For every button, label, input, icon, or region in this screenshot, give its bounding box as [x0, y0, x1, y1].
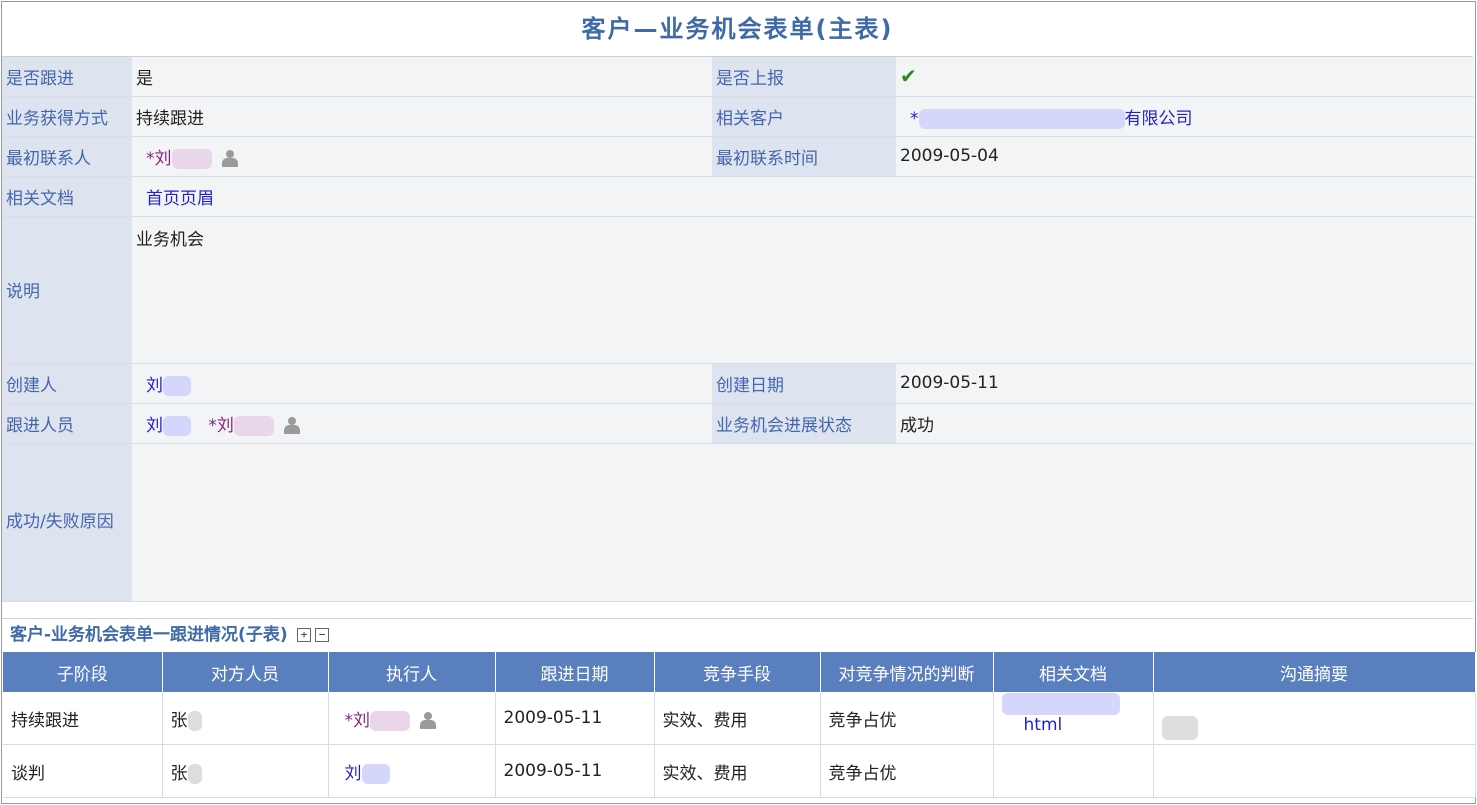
follower-link-1[interactable]: 刘 [146, 415, 191, 436]
row-first-contact: 最初联系人 *刘 最初联系时间 2009-05-04 [2, 136, 1474, 177]
user-card-icon[interactable] [220, 149, 240, 168]
followup-subtable: 子阶段 对方人员 执行人 跟进日期 竞争手段 对竞争情况的判断 相关文档 沟通摘… [3, 652, 1476, 798]
redacted-party [187, 763, 202, 784]
redacted-doc-name [1001, 693, 1120, 715]
row-acquire-method: 业务获得方式 持续跟进 相关客户 * 有限公司 [2, 96, 1474, 137]
label-related-docs: 相关文档 [2, 176, 132, 217]
redacted-follower-2 [233, 415, 274, 436]
subtable-header: 客户-业务机会表单一跟进情况(子表) + − [2, 618, 1473, 651]
row-description: 说明 业务机会 [2, 216, 1474, 364]
cell-docs: html [993, 692, 1154, 745]
cell-docs [993, 744, 1154, 798]
cell-executor: *刘 [328, 692, 496, 745]
col-header-docs: 相关文档 [993, 652, 1154, 692]
row-followers: 跟进人员 刘 *刘 业务机会进展状态 成功 [2, 403, 1474, 444]
table-row: 谈判 张 刘 2009-05-11 实效、费用 竞争占优 [3, 744, 1476, 798]
follower-name-1: 刘 [146, 415, 163, 436]
first-contact-name: *刘 [146, 148, 172, 169]
label-description: 说明 [2, 216, 132, 364]
row-reason: 成功/失败原因 [2, 443, 1474, 602]
customer-prefix: * [910, 108, 919, 129]
redacted-summary [1161, 716, 1198, 740]
collapse-icon[interactable]: − [315, 628, 330, 642]
redacted-executor [361, 763, 390, 784]
cell-date: 2009-05-11 [495, 692, 655, 745]
cell-party: 张 [162, 692, 329, 745]
creator-link[interactable]: 刘 [146, 375, 191, 396]
label-reason: 成功/失败原因 [2, 443, 132, 602]
cell-executor: 刘 [328, 744, 496, 798]
label-follow-up: 是否跟进 [2, 57, 132, 97]
row-follow-up: 是否跟进 是 是否上报 ✔ [2, 57, 1474, 97]
cell-summary [1153, 744, 1476, 798]
col-header-summary: 沟通摘要 [1153, 652, 1476, 692]
value-reason [132, 443, 1474, 602]
cell-party: 张 [162, 744, 329, 798]
label-progress-status: 业务机会进展状态 [712, 403, 896, 444]
col-header-date: 跟进日期 [495, 652, 655, 692]
cell-stage: 谈判 [3, 744, 163, 798]
label-followers: 跟进人员 [2, 403, 132, 444]
cell-stage: 持续跟进 [3, 692, 163, 745]
subtable-header-row: 子阶段 对方人员 执行人 跟进日期 竞争手段 对竞争情况的判断 相关文档 沟通摘… [3, 652, 1476, 692]
cell-summary [1153, 692, 1476, 745]
redacted-executor [370, 710, 410, 731]
executor-name: 刘 [344, 763, 362, 784]
executor-link[interactable]: *刘 [344, 710, 410, 731]
party-name: 张 [170, 763, 188, 784]
cell-means: 实效、费用 [654, 692, 821, 745]
col-header-means: 竞争手段 [654, 652, 821, 692]
creator-name: 刘 [146, 375, 163, 396]
user-card-icon[interactable] [282, 416, 302, 435]
cell-date: 2009-05-11 [495, 744, 655, 798]
check-icon: ✔ [900, 64, 917, 89]
related-doc-link[interactable]: 首页页眉 [146, 189, 214, 209]
row-creator: 创建人 刘 创建日期 2009-05-11 [2, 363, 1474, 404]
expand-icon[interactable]: + [297, 628, 312, 642]
redacted-customer-name [918, 108, 1125, 129]
executor-link[interactable]: 刘 [344, 763, 390, 784]
party-name: 张 [170, 710, 188, 731]
redacted-contact [171, 148, 212, 169]
cell-judgement: 竞争占优 [820, 744, 994, 798]
related-customer-link[interactable]: * 有限公司 [910, 108, 1193, 129]
label-reported: 是否上报 [712, 57, 896, 97]
label-related-customer: 相关客户 [712, 96, 896, 137]
label-first-contact: 最初联系人 [2, 136, 132, 177]
doc-link[interactable]: html [1024, 715, 1063, 735]
first-contact-link[interactable]: *刘 [146, 148, 212, 169]
redacted-follower-1 [163, 415, 191, 436]
page-title: 客户—业务机会表单(主表) [2, 2, 1473, 57]
label-creator: 创建人 [2, 363, 132, 404]
value-create-date: 2009-05-11 [896, 363, 1474, 404]
value-description: 业务机会 [132, 216, 1474, 364]
label-acquire-method: 业务获得方式 [2, 96, 132, 137]
label-first-contact-time: 最初联系时间 [712, 136, 896, 177]
value-first-contact-time: 2009-05-04 [896, 136, 1474, 177]
col-header-judgement: 对竞争情况的判断 [820, 652, 994, 692]
subtable-title: 客户-业务机会表单一跟进情况(子表) [10, 625, 288, 645]
value-follow-up: 是 [132, 57, 712, 97]
cell-judgement: 竞争占优 [820, 692, 994, 745]
follower-name-2: *刘 [208, 415, 234, 436]
main-form-table: 是否跟进 是 是否上报 ✔ 业务获得方式 持续跟进 相关客户 * 有限公司 最初联… [2, 57, 1474, 602]
col-header-party: 对方人员 [162, 652, 329, 692]
label-create-date: 创建日期 [712, 363, 896, 404]
cell-means: 实效、费用 [654, 744, 821, 798]
row-related-docs: 相关文档 首页页眉 [2, 176, 1474, 217]
col-header-executor: 执行人 [328, 652, 496, 692]
customer-suffix: 有限公司 [1124, 108, 1193, 129]
col-header-stage: 子阶段 [3, 652, 163, 692]
redacted-creator [163, 375, 191, 396]
follower-link-2[interactable]: *刘 [208, 415, 274, 436]
executor-name: *刘 [344, 710, 371, 731]
value-progress-status: 成功 [896, 403, 1474, 444]
user-card-icon[interactable] [418, 711, 438, 730]
value-acquire-method: 持续跟进 [132, 96, 712, 137]
table-row: 持续跟进 张 *刘 2009-05-11 实效、费用 竞争占优 html [3, 692, 1476, 745]
redacted-party [187, 710, 202, 731]
